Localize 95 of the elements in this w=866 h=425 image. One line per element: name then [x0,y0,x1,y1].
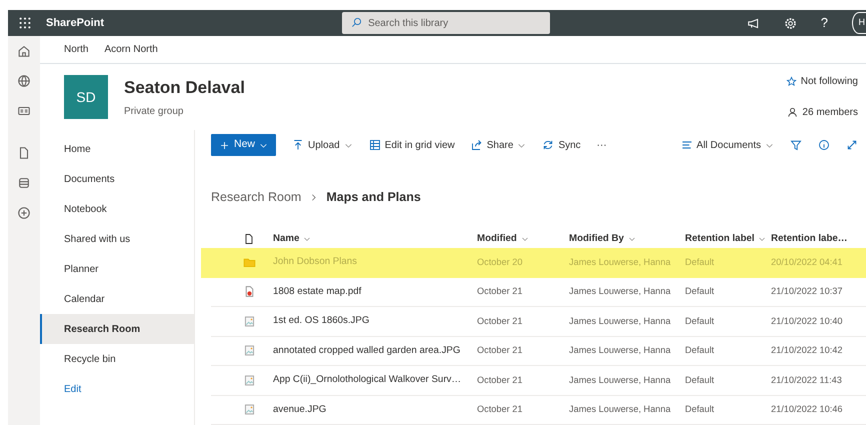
document-icon[interactable] [17,146,31,160]
file-row[interactable]: 1st ed. OS 1860s.JPG October 21 James Louwerse, Hanna Default 21/10/2022 10:40 [211,307,866,336]
breadcrumb-current: Maps and Plans [326,188,421,206]
app-launcher-icon[interactable] [18,16,32,30]
modified-date: October 21 [477,286,522,296]
image-file-icon [243,374,256,387]
share-icon [470,139,483,151]
globe-icon[interactable] [17,74,31,88]
column-header[interactable]: Retention labe… [771,232,848,246]
retention-label-cell: Default [685,286,714,296]
help-button[interactable]: ? [820,13,828,33]
news-icon[interactable] [17,104,31,118]
nav-item[interactable]: Home [40,134,194,164]
site-logo: SD [64,75,108,119]
sync-icon [542,139,554,151]
modified-by-cell: James Louwerse, Hanna [569,374,671,385]
more-button[interactable]: ··· [596,138,607,152]
image-file-icon [243,403,256,416]
star-icon [786,76,797,87]
search-field[interactable]: Search this library [342,12,550,34]
retention-label-cell: Default [685,404,714,414]
modified-by-cell: James Louwerse, Hanna [569,404,671,414]
modified-by-cell: James Louwerse, Hanna [569,256,671,267]
site-nav-link[interactable]: Acorn North [104,42,158,57]
sync-button[interactable]: Sync [542,138,581,152]
nav-item[interactable]: Documents [40,164,194,194]
retention-label-cell: Default [685,316,714,326]
members-button[interactable]: 26 members [787,105,858,120]
file-name-link[interactable]: App C(ii)_Ornolothological Walkover Surv… [273,374,462,386]
edit-link[interactable]: Edit [40,382,194,397]
lines-icon [680,139,693,151]
retention-label-cell: Default [685,345,714,356]
modified-by-cell: James Louwerse, Hanna [569,345,671,356]
file-row[interactable]: 1808 estate map.pdf October 21 James Louwerse, Hanna Default 21/10/2022 10:37 [211,278,866,307]
new-button[interactable]: New [211,134,276,156]
expand-icon[interactable] [846,139,858,151]
retention-label-cell: Default [685,374,714,385]
follow-button[interactable]: Not following [786,74,858,89]
site-subtitle: Private group [124,105,184,120]
retention-date-cell: 21/10/2022 10:42 [771,345,843,356]
nav-item[interactable]: Notebook [40,194,194,224]
modified-date: October 21 [477,404,522,414]
upload-button[interactable]: Upload [292,138,353,152]
filter-icon[interactable] [790,139,802,151]
modified-date: October 21 [477,345,522,356]
retention-label-cell: Default [685,256,714,267]
retention-date-cell: 21/10/2022 10:40 [771,316,843,326]
modified-date: October 20 [477,256,522,267]
site-nav-link[interactable]: North [64,42,88,57]
retention-date-cell: 21/10/2022 11:43 [771,374,842,385]
info-icon[interactable] [818,139,830,151]
file-name-link[interactable]: 1808 estate map.pdf [273,286,362,297]
upload-icon [292,139,304,151]
column-header[interactable]: Retention label [685,232,766,246]
file-type-icon [243,232,255,245]
search-icon [351,17,362,28]
modified-date: October 21 [477,374,522,385]
share-button[interactable]: Share [470,138,526,152]
file-row[interactable]: annotated cropped walled garden area.JPG October 21 James Louwerse, Hanna Default 21/10/2022 10:42 [211,336,866,366]
nav-item[interactable]: Research Room [40,314,194,344]
nav-item[interactable]: Calendar [40,284,194,314]
nav-item[interactable]: Planner [40,254,194,284]
megaphone-icon[interactable] [746,16,760,30]
file-row[interactable]: avenue.JPG October 21 James Louwerse, Hanna Default 21/10/2022 10:46 [211,396,866,425]
app-name[interactable]: SharePoint [46,14,104,32]
file-name-link[interactable]: avenue.JPG [273,404,326,415]
pdf-file-icon [243,285,256,298]
file-name-link[interactable]: 1st ed. OS 1860s.JPG [273,315,370,326]
breadcrumb-link[interactable]: Research Room [211,188,302,206]
grid-icon [368,139,381,151]
nav-item[interactable]: Recycle bin [40,344,194,374]
column-header[interactable]: Modified By [569,232,636,246]
home-icon[interactable] [17,44,31,58]
list-icon[interactable] [17,176,31,190]
modified-date: October 21 [477,316,522,326]
retention-date-cell: 20/10/2022 04:41 [771,256,843,267]
column-header[interactable]: Name [273,232,312,246]
retention-date-cell: 21/10/2022 10:46 [771,404,843,414]
site-title: Seaton Delaval [124,76,245,99]
file-name-link[interactable]: annotated cropped walled garden area.JPG [273,344,460,356]
settings-icon[interactable] [784,16,797,30]
person-icon [787,107,798,118]
image-file-icon [243,314,256,328]
grid-view-button[interactable]: Edit in grid view [368,138,455,152]
view-selector[interactable]: All Documents [680,138,774,152]
retention-date-cell: 21/10/2022 10:37 [771,286,843,296]
avatar[interactable]: H [852,12,866,34]
add-icon[interactable] [17,206,31,220]
column-header[interactable]: Modified [477,232,529,246]
image-file-icon [243,344,256,358]
modified-by-cell: James Louwerse, Hanna [569,316,671,326]
modified-by-cell: James Louwerse, Hanna [569,286,671,296]
nav-item[interactable]: Shared with us [40,224,194,254]
plus-icon [219,140,230,150]
file-row[interactable]: App C(ii)_Ornolothological Walkover Surv… October 21 James Louwerse, Hanna Default 21/10/2022 11:43 [211,366,866,396]
